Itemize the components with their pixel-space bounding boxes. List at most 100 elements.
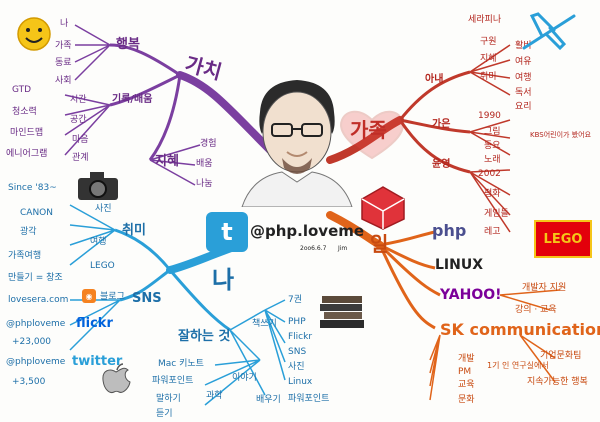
books-item: 사진 (288, 362, 305, 372)
lego-label: LEGO (90, 261, 115, 271)
mind-map-canvas: 가치 행복 나 가족 동료 사회 기록/배움 GTD 시간 청소력 공간 마인드… (0, 0, 600, 422)
apple-icon (102, 363, 131, 393)
learning-label: 기록/배움 (112, 94, 153, 105)
photo-item: CANON (20, 208, 53, 218)
work-branch-title: 일 (370, 232, 389, 256)
happiness-item: 가족 (55, 41, 72, 51)
travel-item: 가족여행 (8, 251, 42, 261)
hobby-branch-title: 취미 (122, 223, 146, 238)
talk-item: 파워포인트 (152, 376, 194, 386)
lego-item: 만들기 = 창조 (8, 273, 63, 283)
learning-item: 마인드맵 (10, 128, 44, 138)
center-date: 2oo6.6.7 (300, 245, 327, 252)
photo-since: Since '83~ (8, 183, 57, 193)
yun-young-year: 2002 (478, 169, 501, 179)
airplane-icon (522, 12, 576, 51)
books-item: Flickr (288, 332, 313, 342)
yun-young-item: 평화 (484, 189, 501, 199)
sk-label: SK communications (440, 320, 600, 339)
sk-item: 지속가능한 행복 (527, 377, 588, 387)
learning-item: 마음 (72, 135, 89, 145)
camera-icon (78, 172, 118, 200)
box-icon (361, 186, 405, 230)
happiness-item: 나 (60, 19, 69, 29)
twitter-count: +3,500 (12, 377, 46, 387)
happiness-item: 동료 (55, 58, 72, 68)
smiley-icon (17, 17, 51, 51)
wisdom-item: 나눔 (196, 179, 213, 189)
center-name: 나 (212, 266, 235, 294)
books-icon (320, 296, 364, 328)
books-item: Linux (288, 377, 313, 387)
talk-item: Mac 키노트 (158, 359, 204, 369)
learning-item: 관계 (72, 153, 89, 163)
yahoo-item: 개발자 지원 (522, 283, 567, 293)
yahoo-label: YAHOO! (440, 287, 502, 303)
twitter-account: @phploveme (6, 357, 66, 367)
travel-label: 여행 (90, 237, 107, 247)
ga-eun-item: 동요 (484, 141, 501, 151)
center-signature: Jim (338, 245, 348, 252)
books-item: 파워포인트 (288, 394, 330, 404)
books-item: SNS (288, 347, 307, 357)
php-label: php (432, 221, 467, 240)
learning-item: GTD (12, 85, 32, 95)
wife-item: 여행 (515, 73, 532, 83)
wife-item: 세라피나 (468, 15, 502, 25)
ga-eun-item: 그림 (484, 127, 501, 137)
wisdom-item: 경험 (200, 139, 217, 149)
sk-sub: PM (458, 367, 472, 377)
talk2-item: 듣기 (156, 409, 173, 419)
books-label: 책쓰기 (252, 319, 277, 329)
flickr-service: flickr (76, 316, 113, 331)
blog-label: 블로그 (100, 292, 125, 302)
happiness-label: 행복 (116, 37, 140, 52)
flickr-count: +23,000 (12, 337, 52, 347)
ga-eun-note: KBS어린이가 봤어요 (530, 131, 592, 139)
teach-label: 배우기 (256, 395, 281, 405)
photo-item: 광각 (20, 227, 37, 237)
rss-icon: ◉ (82, 289, 96, 303)
yun-young-item: 레고 (484, 227, 501, 237)
blog-site: lovesera.com (8, 295, 69, 305)
center-handle: @php.loveme (250, 222, 365, 240)
wife-item: 독서 (515, 88, 532, 98)
learning-item: 공간 (70, 115, 87, 125)
learning-item: 시간 (70, 95, 87, 105)
wife-item: 지혜 (480, 54, 497, 64)
yun-young-label: 윤영 (432, 159, 451, 170)
linux-label: LINUX (435, 257, 484, 273)
learning-item: 에니어그램 (6, 149, 48, 159)
sns-branch-title: SNS (132, 291, 162, 306)
flickr-account: @phploveme (6, 319, 66, 329)
wife-item: 구원 (480, 37, 497, 47)
wife-item: 요리 (515, 102, 532, 112)
heart-icon (340, 110, 404, 160)
yun-young-item: 게임들 (484, 209, 509, 219)
ga-eun-year: 1990 (478, 111, 501, 121)
wisdom-item: 배움 (196, 159, 213, 169)
talk2-label: 과학 (206, 391, 223, 401)
skills-branch-title: 잘하는 것 (178, 329, 231, 344)
ga-eun-label: 가은 (432, 119, 451, 130)
lego-logo: LEGO (534, 220, 592, 258)
sk-sub: 개발 (458, 354, 475, 364)
wife-item: 취미 (480, 72, 497, 82)
wife-label: 아내 (425, 74, 444, 85)
sk-item: 기업문화팀 (540, 351, 582, 361)
sk-sub: 교육 (458, 380, 475, 390)
yahoo-item: 강의 · 교육 (515, 305, 557, 315)
twitter-logo: t (206, 212, 248, 252)
wife-item: 여유 (515, 57, 532, 67)
talk-label: 이야기 (232, 373, 257, 383)
learning-item: 청소력 (12, 107, 37, 117)
books-item: PHP (288, 317, 306, 327)
photo-label: 사진 (95, 204, 112, 214)
sk-note: 1기 인 연구실에서 (487, 361, 549, 370)
ga-eun-item: 노래 (484, 155, 501, 165)
happiness-item: 사회 (55, 76, 72, 86)
talk2-item: 말하기 (156, 394, 181, 404)
sk-sub: 문화 (458, 395, 475, 405)
books-item: 7권 (288, 295, 303, 305)
wisdom-label: 지혜 (155, 154, 179, 169)
